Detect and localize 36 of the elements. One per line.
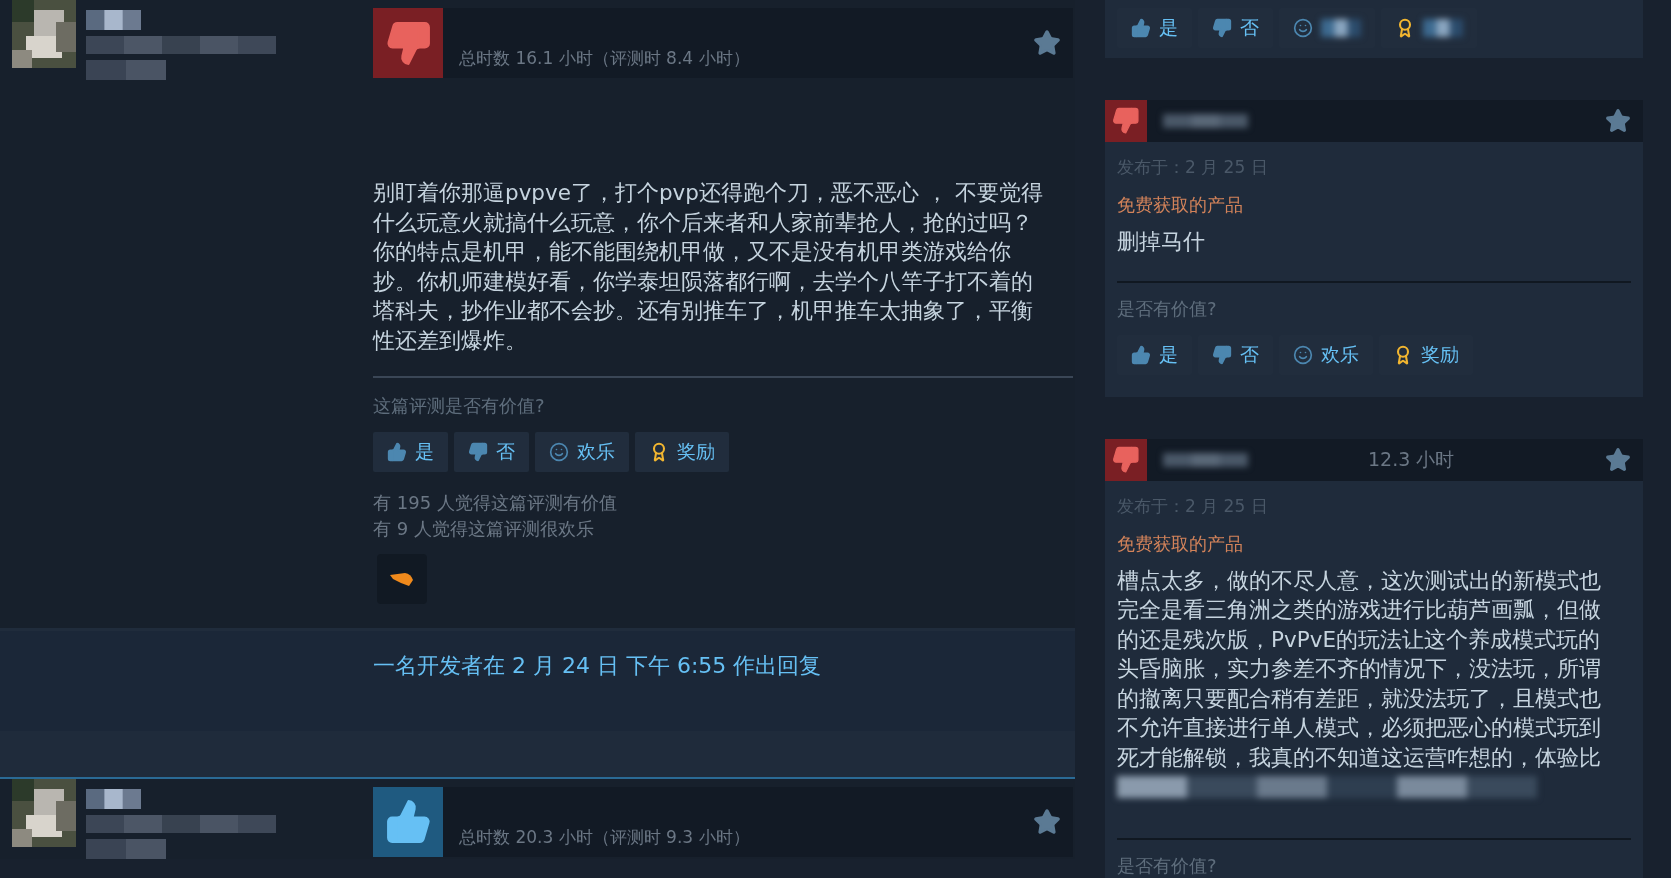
helpful-prompt: 是否有价值? xyxy=(1117,296,1218,321)
free-product-note: 免费获取的产品 xyxy=(1117,193,1244,217)
star-icon[interactable] xyxy=(1033,807,1061,836)
thumbs-down-icon xyxy=(468,441,488,462)
pixelated-label-drawing xyxy=(1321,19,1361,37)
star-icon[interactable] xyxy=(1605,446,1631,473)
smiley-icon xyxy=(1293,344,1313,365)
pixelated-name-drawing xyxy=(86,788,141,809)
star-icon[interactable] xyxy=(1033,29,1061,57)
review-text: 删掉马什 xyxy=(1117,228,1206,256)
playtime-text: 总时数 16.1 小时（评测时 8.4 小时） xyxy=(459,47,750,70)
review-text: 槽点太多，做的不尽人意，这次测试出的新模式也完全是看三角洲之类的游戏进行比葫芦画瓢，但做的还是残次版，PvPvE的玩法让这个养成模式玩的头昏脑胀，实力参差不齐的情况下，没法玩，所谓的撤离只要配合稍有差距，就没法玩了，且模式也不允许直接进行单人模式，必须把恶心的模式玩到死才能解锁，我真的不知道这运营咋想的，体验比 xyxy=(1117,566,1602,772)
playtime-text: 总时数 20.3 小时（评测时 9.3 小时） xyxy=(459,825,750,849)
thumbs-down-icon xyxy=(1212,344,1232,365)
award-vote-button[interactable]: 奖励 xyxy=(635,431,729,472)
thumbs-down-icon xyxy=(1212,18,1232,38)
thumbs-up-icon xyxy=(1131,344,1151,365)
helpful-count: 有 195 人觉得这篇评测有价值 xyxy=(373,490,618,515)
free-product-note: 免费获取的产品 xyxy=(1117,531,1244,556)
no-vote-button[interactable]: 否 xyxy=(454,431,529,472)
smiley-icon xyxy=(1293,18,1313,38)
helpful-prompt: 是否有价值? xyxy=(1117,854,1218,878)
award-badge[interactable] xyxy=(377,553,427,604)
pixelated-name-drawing xyxy=(86,10,141,30)
thumbs-up-icon xyxy=(1131,18,1151,38)
thumbs-up-icon xyxy=(387,441,407,462)
funny-count: 有 9 人觉得这篇评测很欢乐 xyxy=(373,516,595,541)
star-icon[interactable] xyxy=(1605,108,1631,134)
smiley-icon xyxy=(549,441,569,462)
playtime-text: 12.3 小时 xyxy=(1368,446,1455,472)
review-text: 别盯着你那逼pvpve了，打个pvp还得跑个刀，恶不恶心 ， 不要觉得什么玩意火就搞什么玩意，你个后来者和人家前辈抢人，抢的过吗？你的特点是机甲，能不能围绕机甲做，又不是没有机甲类游戏给你抄。你机师建模好看，你学泰坦陨落都行啊，去学个八竿子打不着的塔科夫，抄作业都不会抄。还有别推车了，机甲推车太抽象了，平衡性还差到爆炸。 xyxy=(373,179,1044,355)
developer-reply-link[interactable]: 一名开发者在 2 月 24 日 下午 6:55 作出回复 xyxy=(373,650,822,681)
pixelated-label-drawing xyxy=(1423,19,1463,37)
helpful-prompt: 这篇评测是否有价值? xyxy=(373,393,546,418)
funny-vote-button[interactable]: 欢乐 xyxy=(535,431,629,472)
yes-vote-button[interactable]: 是 xyxy=(373,431,448,472)
